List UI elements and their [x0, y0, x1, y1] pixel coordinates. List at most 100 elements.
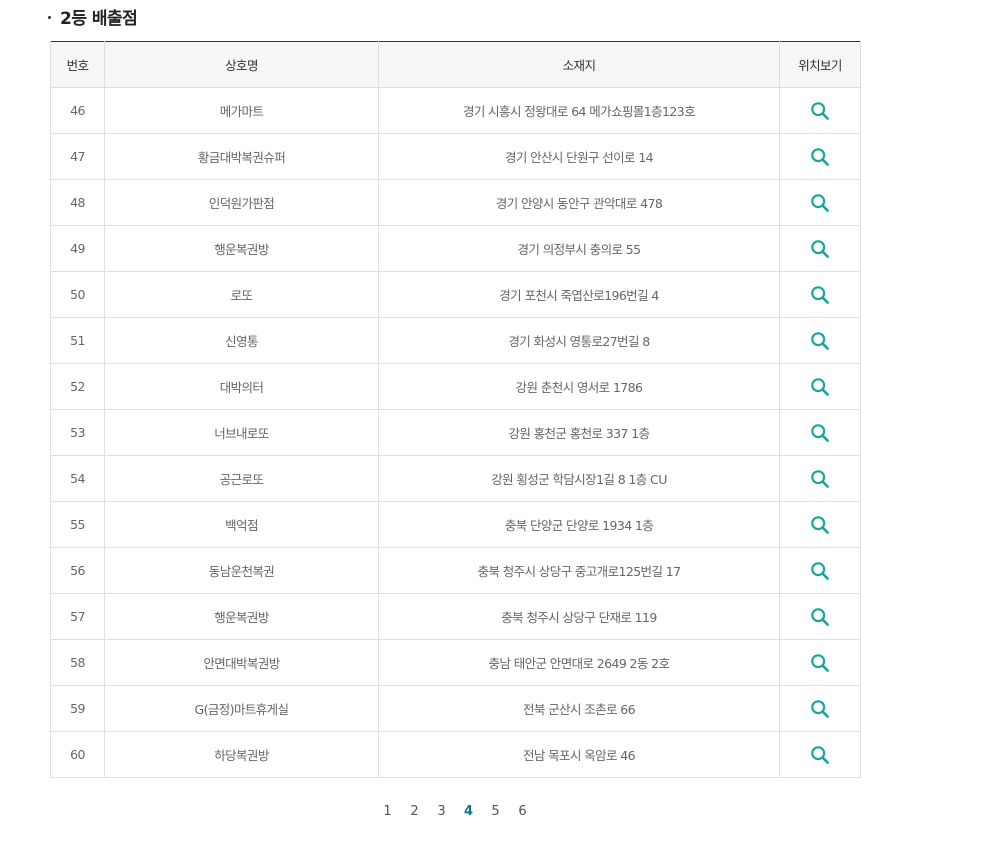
cell-shop-name: 메가마트 [104, 87, 379, 134]
cell-location [779, 455, 861, 502]
page-2-link[interactable]: 2 [401, 804, 428, 826]
cell-shop-name: 하당복권방 [104, 731, 379, 778]
cell-shop-name: 로또 [104, 271, 379, 318]
table-header-row: 번호 상호명 소재지 위치보기 [50, 41, 861, 88]
table-row: 51 신영통 경기 화성시 영통로27번길 8 [50, 317, 861, 364]
table-row: 54 공근로또 강원 횡성군 학담시장1길 8 1층 CU [50, 455, 861, 502]
search-icon [811, 423, 829, 442]
cell-address: 전남 목포시 옥암로 46 [378, 731, 780, 778]
cell-location [779, 133, 861, 180]
cell-location [779, 271, 861, 318]
view-location-button[interactable] [807, 282, 833, 308]
table-body: 46 메가마트 경기 시흥시 정왕대로 64 메가쇼핑몰1층123호 47 황금대박복권… [50, 87, 861, 778]
search-icon [811, 101, 829, 120]
cell-number: 50 [50, 271, 105, 318]
cell-shop-name: 신영통 [104, 317, 379, 364]
cell-shop-name: 인덕원가판점 [104, 179, 379, 226]
cell-address: 충북 청주시 상당구 중고개로125번길 17 [378, 547, 780, 594]
cell-address: 강원 홍천군 홍천로 337 1층 [378, 409, 780, 456]
table-row: 56 동남운천복권 충북 청주시 상당구 중고개로125번길 17 [50, 547, 861, 594]
search-icon [811, 699, 829, 718]
table-row: 46 메가마트 경기 시흥시 정왕대로 64 메가쇼핑몰1층123호 [50, 87, 861, 134]
search-icon [811, 515, 829, 534]
page-5-link[interactable]: 5 [482, 804, 509, 826]
cell-number: 52 [50, 363, 105, 410]
table-row: 47 황금대박복권슈퍼 경기 안산시 단원구 선이로 14 [50, 133, 861, 180]
cell-number: 58 [50, 639, 105, 686]
cell-number: 46 [50, 87, 105, 134]
section-title: 2등 배출점 [48, 4, 138, 29]
cell-location [779, 225, 861, 272]
cell-shop-name: 동남운천복권 [104, 547, 379, 594]
cell-address: 경기 포천시 죽엽산로196번길 4 [378, 271, 780, 318]
cell-shop-name: 황금대박복권슈퍼 [104, 133, 379, 180]
cell-number: 57 [50, 593, 105, 640]
cell-location [779, 363, 861, 410]
view-location-button[interactable] [807, 374, 833, 400]
header-address: 소재지 [378, 41, 780, 88]
cell-shop-name: 백억점 [104, 501, 379, 548]
search-icon [811, 147, 829, 166]
search-icon [811, 745, 829, 764]
search-icon [811, 653, 829, 672]
cell-address: 경기 안양시 동안구 관악대로 478 [378, 179, 780, 226]
view-location-button[interactable] [807, 328, 833, 354]
cell-shop-name: 안면대박복권방 [104, 639, 379, 686]
cell-address: 경기 화성시 영통로27번길 8 [378, 317, 780, 364]
cell-shop-name: 너브내로또 [104, 409, 379, 456]
cell-address: 전북 군산시 조촌로 66 [378, 685, 780, 732]
cell-shop-name: 공근로또 [104, 455, 379, 502]
cell-shop-name: 행운복권방 [104, 225, 379, 272]
cell-location [779, 179, 861, 226]
page-1-link[interactable]: 1 [374, 804, 401, 826]
view-location-button[interactable] [807, 98, 833, 124]
view-location-button[interactable] [807, 742, 833, 768]
table-row: 48 인덕원가판점 경기 안양시 동안구 관악대로 478 [50, 179, 861, 226]
cell-number: 51 [50, 317, 105, 364]
cell-address: 충북 단양군 단양로 1934 1층 [378, 501, 780, 548]
cell-location [779, 317, 861, 364]
page-4-link[interactable]: 4 [455, 804, 482, 826]
table-row: 60 하당복권방 전남 목포시 옥암로 46 [50, 731, 861, 778]
cell-address: 강원 횡성군 학담시장1길 8 1층 CU [378, 455, 780, 502]
page-3-link[interactable]: 3 [428, 804, 455, 826]
header-shop-name: 상호명 [104, 41, 379, 88]
cell-number: 59 [50, 685, 105, 732]
cell-number: 54 [50, 455, 105, 502]
table-row: 57 행운복권방 충북 청주시 상당구 단재로 119 [50, 593, 861, 640]
cell-location [779, 685, 861, 732]
view-location-button[interactable] [807, 696, 833, 722]
view-location-button[interactable] [807, 236, 833, 262]
section-title-text: 2등 배출점 [60, 8, 138, 29]
table-row: 49 행운복권방 경기 의정부시 충의로 55 [50, 225, 861, 272]
cell-number: 55 [50, 501, 105, 548]
cell-address: 경기 시흥시 정왕대로 64 메가쇼핑몰1층123호 [378, 87, 780, 134]
cell-location [779, 87, 861, 134]
header-number: 번호 [50, 41, 105, 88]
cell-number: 47 [50, 133, 105, 180]
cell-shop-name: 대박의터 [104, 363, 379, 410]
pagination: 123456 [0, 804, 900, 826]
view-location-button[interactable] [807, 466, 833, 492]
view-location-button[interactable] [807, 558, 833, 584]
view-location-button[interactable] [807, 512, 833, 538]
title-bullet [48, 15, 51, 19]
cell-location [779, 731, 861, 778]
view-location-button[interactable] [807, 420, 833, 446]
search-icon [811, 193, 829, 212]
table-row: 55 백억점 충북 단양군 단양로 1934 1층 [50, 501, 861, 548]
view-location-button[interactable] [807, 190, 833, 216]
cell-location [779, 501, 861, 548]
cell-address: 경기 의정부시 충의로 55 [378, 225, 780, 272]
page-6-link[interactable]: 6 [509, 804, 536, 826]
header-location: 위치보기 [779, 41, 861, 88]
table-row: 52 대박의터 강원 춘천시 영서로 1786 [50, 363, 861, 410]
search-icon [811, 239, 829, 258]
view-location-button[interactable] [807, 650, 833, 676]
cell-location [779, 639, 861, 686]
cell-address: 충남 태안군 안면대로 2649 2동 2호 [378, 639, 780, 686]
table-row: 58 안면대박복권방 충남 태안군 안면대로 2649 2동 2호 [50, 639, 861, 686]
view-location-button[interactable] [807, 144, 833, 170]
view-location-button[interactable] [807, 604, 833, 630]
cell-address: 충북 청주시 상당구 단재로 119 [378, 593, 780, 640]
